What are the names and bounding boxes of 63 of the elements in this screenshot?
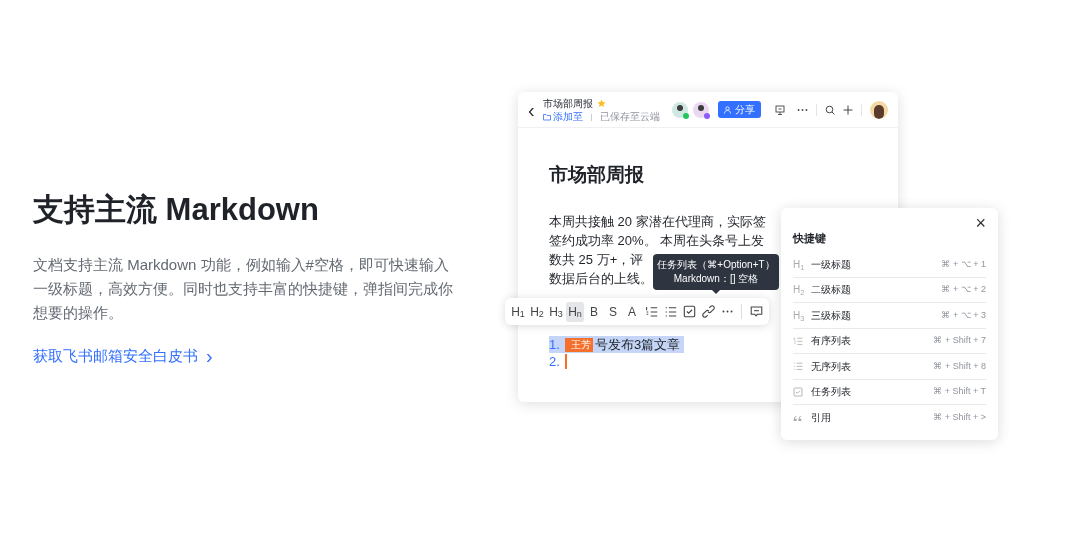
- document-title: 市场部周报: [542, 97, 593, 111]
- shortcut-keys: ⌘ + ⌥ + 3: [941, 308, 986, 322]
- panel-title: 快捷键: [793, 231, 826, 246]
- toolbar-button[interactable]: H$_{1}$: [509, 301, 527, 322]
- toolbar-button[interactable]: B: [585, 301, 603, 322]
- heading-level-icon: H$_{3}$: [793, 307, 805, 323]
- shortcut-label: 一级标题: [811, 257, 851, 272]
- paragraph-text: 本周共接触 20 家潜在代理商，实际签: [549, 213, 766, 231]
- document-heading: 市场部周报: [549, 163, 644, 187]
- presentation-icon: [775, 104, 785, 115]
- plus-icon: [843, 104, 853, 115]
- save-status: 已保存至云端: [599, 111, 660, 123]
- more-icon: [797, 107, 808, 112]
- shortcut-label: 引用: [811, 411, 831, 426]
- toolbar-button[interactable]: A: [623, 301, 641, 322]
- list-item-text: 号发布3篇文章: [595, 336, 681, 353]
- heading-level-icon: H$_{2}$: [793, 282, 805, 298]
- shortcut-keys: ⌘ + Shift + T: [933, 385, 986, 399]
- user-tag: 王芳: [565, 337, 593, 352]
- shortcut-label: 有序列表: [811, 334, 851, 349]
- list-number: 2.: [549, 353, 561, 370]
- user-avatar[interactable]: [870, 100, 888, 119]
- bullet-list-icon: [663, 305, 677, 318]
- add-to-folder-button[interactable]: 添加至: [542, 111, 583, 123]
- text-cursor: [565, 354, 567, 369]
- shortcut-keys: ⌘ + Shift + 8: [933, 359, 986, 373]
- search-icon: [825, 104, 835, 115]
- numbered-list-icon: [644, 305, 658, 318]
- toolbar-button[interactable]: H$_{3}$: [547, 301, 565, 322]
- avatar[interactable]: [672, 101, 688, 118]
- paragraph-text: 数共 25 万+，评: [549, 251, 644, 269]
- paragraph-text: 签约成功率 20%。 本周在头条号上发: [549, 232, 765, 250]
- whitepaper-link[interactable]: 获取飞书邮箱安全白皮书 ›: [33, 345, 213, 368]
- toolbar-button[interactable]: H$_{n}$: [566, 301, 584, 322]
- back-button[interactable]: ‹: [528, 99, 535, 120]
- tooltip-pointer: [712, 290, 720, 294]
- hero-description: 文档支持主流 Markdown 功能，例如输入#空格，即可快速输入一级标题，高效方便。同时也支持丰富的快捷键，弹指间完成你想要的操作。: [33, 255, 454, 323]
- shortcut-keys: ⌘ + ⌥ + 2: [941, 283, 986, 297]
- shortcut-label: 二级标题: [811, 283, 851, 298]
- toolbar-button[interactable]: S: [604, 301, 622, 322]
- heading-level-icon: H$_{1}$: [793, 256, 805, 272]
- toolbar-button[interactable]: H$_{2}$: [528, 301, 546, 322]
- link-icon: [701, 305, 715, 318]
- folder-icon: [542, 113, 551, 121]
- task-list-icon: [793, 386, 803, 397]
- task-list-icon: [682, 305, 696, 318]
- list-number: 1.: [549, 336, 561, 353]
- tooltip: 任务列表（⌘+Option+T） Markdown：[] 空格: [653, 254, 779, 290]
- comment-icon: [749, 305, 763, 318]
- numbered-list-icon: [793, 335, 803, 346]
- shortcut-keys: ⌘ + Shift + 7: [933, 334, 986, 348]
- share-button[interactable]: 分享: [718, 101, 761, 118]
- avatar[interactable]: [693, 101, 709, 118]
- hero-title: 支持主流 Markdown: [33, 191, 319, 229]
- person-icon: [724, 105, 732, 114]
- shortcut-label: 三级标题: [811, 308, 851, 323]
- shortcut-label: 任务列表: [811, 385, 851, 400]
- close-button[interactable]: ×: [975, 214, 986, 232]
- shortcut-keys: ⌘ + ⌥ + 1: [941, 257, 986, 271]
- shortcut-keys: ⌘ + Shift + >: [933, 411, 986, 425]
- paragraph-text: 数据后台的上线。: [549, 270, 653, 288]
- bullet-list-icon: [793, 361, 803, 372]
- shortcut-label: 无序列表: [811, 359, 851, 374]
